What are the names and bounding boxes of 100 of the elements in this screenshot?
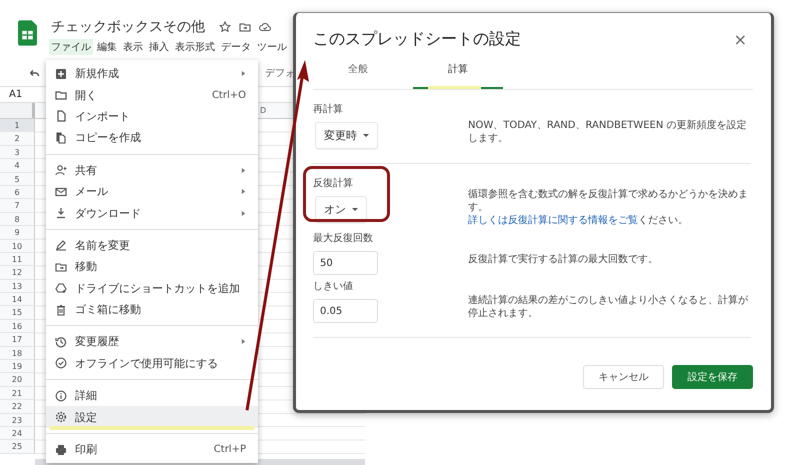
- menu-label: 新規作成: [75, 66, 120, 82]
- menu-item[interactable]: 開く Ctrl+O: [46, 84, 258, 106]
- row-number[interactable]: 24: [0, 426, 35, 440]
- submenu-arrow-icon: [241, 70, 246, 78]
- row-number[interactable]: 13: [0, 280, 35, 294]
- folder-move-icon: [55, 260, 67, 273]
- menu-item[interactable]: 名前を変更: [46, 234, 258, 256]
- mail-icon: [55, 186, 67, 198]
- menu-label: 印刷: [75, 442, 98, 458]
- menu-item[interactable]: 表示形式: [173, 39, 217, 55]
- save-button[interactable]: 設定を保存: [672, 365, 753, 389]
- shortcut-text: Ctrl+P: [214, 444, 246, 456]
- menu-label: 変更履歴: [75, 334, 120, 350]
- menu-label: メール: [75, 184, 109, 200]
- menu-label: ダウンロード: [75, 206, 142, 221]
- row-number[interactable]: 10: [0, 240, 35, 253]
- menu-item[interactable]: データ: [219, 39, 253, 55]
- help-link[interactable]: 詳しくは反復計算に関する情報をご覧: [468, 215, 638, 226]
- star-icon: [219, 21, 231, 33]
- close-button[interactable]: ×: [730, 30, 751, 49]
- menu-label: インポート: [75, 108, 131, 124]
- caret-icon: [352, 208, 358, 211]
- printer-icon: [55, 444, 67, 456]
- menu-item[interactable]: ドライブにショートカットを追加: [46, 278, 258, 299]
- menu-label: ゴミ箱に移動: [75, 302, 142, 318]
- row-number[interactable]: 4: [0, 159, 35, 173]
- row-number[interactable]: 9: [0, 226, 35, 240]
- row-number[interactable]: 17: [0, 333, 35, 347]
- cancel-button[interactable]: キャンセル: [583, 365, 664, 389]
- row-number[interactable]: 25: [0, 440, 35, 454]
- menu-label: 設定: [75, 410, 98, 425]
- row-number[interactable]: 12: [0, 266, 35, 280]
- row-number[interactable]: 6: [0, 186, 35, 200]
- row-number[interactable]: 23: [0, 414, 35, 427]
- drive-add-icon: [55, 282, 67, 294]
- row-number[interactable]: 21: [0, 386, 35, 400]
- highlight-mark: [428, 86, 481, 89]
- check-circle-icon: [55, 357, 67, 370]
- row-number[interactable]: 2: [0, 132, 35, 146]
- row-number[interactable]: 16: [0, 320, 35, 334]
- row-number[interactable]: 19: [0, 360, 35, 374]
- menu-label: ドライブにショートカットを追加: [75, 280, 241, 296]
- menu-item[interactable]: ツール: [255, 39, 289, 55]
- input-field[interactable]: 0.05: [313, 299, 378, 323]
- menu-item[interactable]: 編集: [95, 39, 119, 55]
- menu-item[interactable]: メール: [46, 180, 258, 202]
- name-box[interactable]: A1: [9, 89, 22, 100]
- folder-icon: [239, 21, 251, 33]
- row-number[interactable]: 3: [0, 146, 35, 160]
- document-title: チェックボックスその他: [51, 18, 205, 36]
- input-field[interactable]: 50: [313, 251, 378, 275]
- menu-item[interactable]: 印刷 Ctrl+P: [46, 438, 258, 460]
- setting-label: 最大反復回数: [313, 232, 374, 245]
- folder-icon: [55, 89, 67, 102]
- dropdown[interactable]: 変更時: [315, 122, 378, 149]
- row-number[interactable]: 8: [0, 212, 35, 226]
- row-number[interactable]: 1: [0, 119, 35, 132]
- setting-label: 反復計算: [313, 176, 354, 190]
- row-number[interactable]: 15: [0, 306, 35, 320]
- dropdown[interactable]: オン: [315, 196, 367, 223]
- tab[interactable]: 計算: [413, 63, 503, 89]
- menu-item[interactable]: 変更履歴: [46, 331, 258, 353]
- download-icon: [55, 207, 67, 220]
- description-text: 連続計算の結果の差がこのしきい値より小さくなると、計算が停止されます。: [468, 294, 749, 320]
- row-number[interactable]: 7: [0, 199, 35, 213]
- row-number[interactable]: 20: [0, 373, 35, 387]
- undo-icon: [27, 67, 40, 79]
- submenu-arrow-icon: [241, 338, 246, 346]
- new-file-icon: [55, 68, 67, 80]
- menu-item[interactable]: 共有: [46, 160, 258, 181]
- row-number[interactable]: 18: [0, 346, 35, 360]
- info-icon: [55, 390, 67, 402]
- row-number[interactable]: 5: [0, 172, 35, 186]
- trash-icon: [55, 304, 67, 316]
- menu-item[interactable]: ダウンロード: [46, 202, 258, 224]
- menu-item[interactable]: 移動: [46, 256, 258, 278]
- menu-item[interactable]: ゴミ箱に移動: [46, 298, 258, 320]
- font-selector[interactable]: デフォ: [265, 66, 295, 80]
- row-number[interactable]: 22: [0, 400, 35, 414]
- submenu-arrow-icon: [241, 166, 246, 174]
- setting-label: しきい値: [313, 280, 354, 293]
- menu-label: 開く: [75, 88, 98, 103]
- cloud-check-icon: [259, 21, 271, 33]
- sheets-logo-icon: [18, 20, 37, 46]
- copy-icon: [55, 132, 67, 144]
- description-text: 反復計算で実行する計算の最大回数です。: [468, 252, 659, 266]
- row-number[interactable]: 11: [0, 252, 35, 266]
- menu-item[interactable]: 表示: [121, 39, 145, 55]
- menu-item[interactable]: 設定: [46, 406, 258, 428]
- submenu-arrow-icon: [241, 210, 246, 217]
- menu-item[interactable]: 挿入: [147, 39, 171, 55]
- menu-label: 移動: [75, 259, 98, 274]
- menu-item[interactable]: ファイル: [49, 39, 93, 55]
- tab[interactable]: 全般: [313, 63, 403, 89]
- menu-item[interactable]: 詳細: [46, 385, 258, 406]
- shortcut-text: Ctrl+O: [212, 90, 246, 101]
- menu-item[interactable]: 新規作成: [46, 63, 258, 84]
- row-number[interactable]: 14: [0, 293, 35, 306]
- menu-item[interactable]: コピーを作成: [46, 127, 258, 149]
- menu-item[interactable]: オフラインで使用可能にする: [46, 352, 258, 374]
